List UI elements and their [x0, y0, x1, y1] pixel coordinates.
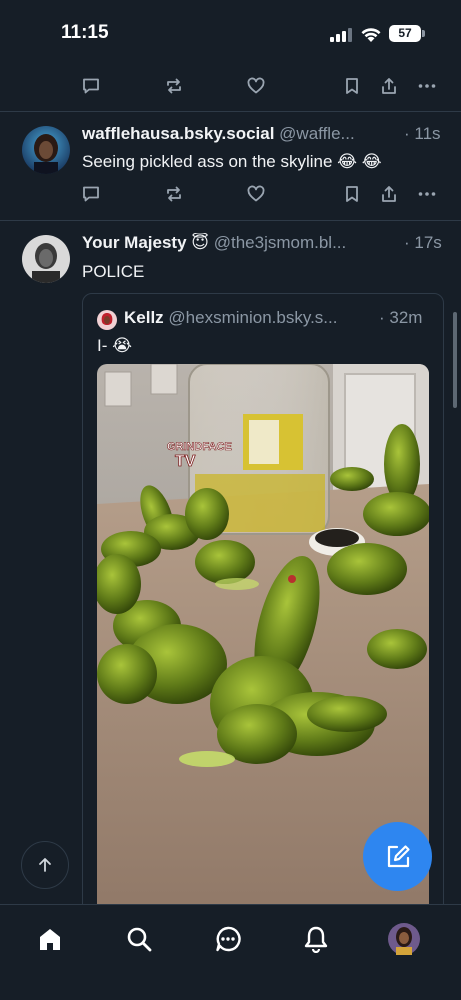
share-icon [382, 78, 396, 94]
wifi-icon [361, 28, 381, 42]
post-header: wafflehausa.bsky.social @waffle... [82, 124, 444, 148]
battery-indicator: 57 [389, 25, 421, 42]
svg-text:TV: TV [175, 453, 196, 470]
search-icon [127, 927, 152, 952]
avatar[interactable] [22, 235, 70, 283]
like-button[interactable] [241, 179, 271, 209]
reply-icon [83, 186, 99, 202]
author-name[interactable]: Your Majesty 😇 [82, 233, 209, 252]
bottom-tab-bar [0, 904, 461, 1000]
scroll-to-top-button[interactable] [21, 841, 69, 889]
heart-icon [247, 77, 265, 94]
bookmark-icon [346, 78, 358, 94]
reply-icon [83, 78, 99, 94]
author-handle[interactable]: @waffle... [279, 124, 355, 143]
tab-chat[interactable] [208, 919, 248, 959]
post-divider [0, 220, 461, 221]
arrow-up-icon [39, 858, 51, 872]
battery-tip [422, 30, 425, 37]
scrollbar[interactable] [453, 312, 457, 408]
quote-timestamp: · 32m [379, 308, 423, 327]
repost-icon [167, 186, 181, 202]
status-bar: 11:15 57 [0, 0, 461, 66]
heart-icon [247, 185, 265, 202]
post-text: Seeing pickled ass on the skyline 😂 😂 [82, 152, 382, 171]
post-timestamp: · 17s [404, 233, 442, 252]
post-text: POLICE [82, 262, 145, 281]
share-button[interactable] [374, 71, 404, 101]
quote-author-name[interactable]: Kellz [124, 308, 164, 327]
home-icon [40, 929, 60, 950]
repost-button[interactable] [159, 71, 189, 101]
share-icon [382, 186, 396, 202]
tab-search[interactable] [119, 919, 159, 959]
cellular-signal-icon [330, 28, 352, 42]
bookmark-button[interactable] [337, 179, 367, 209]
share-button[interactable] [374, 179, 404, 209]
more-button[interactable] [412, 71, 442, 101]
quote-text: I- 😭 [97, 336, 132, 355]
svg-text:GRINDFACE: GRINDFACE [167, 441, 232, 453]
more-icon [418, 192, 436, 196]
post-header: Your Majesty 😇 @the3jsmom.bl... [82, 233, 444, 257]
repost-icon [167, 78, 181, 94]
bell-icon [304, 926, 328, 953]
more-button[interactable] [412, 179, 442, 209]
tab-profile[interactable] [384, 919, 424, 959]
post-actions [0, 179, 461, 209]
quote-author-handle[interactable]: @hexsminion.bsky.s... [168, 308, 337, 327]
repost-button[interactable] [159, 179, 189, 209]
author-handle[interactable]: @the3jsmom.bl... [214, 233, 347, 252]
compose-icon [387, 844, 410, 867]
bookmark-button[interactable] [337, 71, 367, 101]
bookmark-icon [346, 186, 358, 202]
tab-home[interactable] [30, 919, 70, 959]
post-actions-previous [0, 71, 461, 101]
avatar[interactable] [22, 126, 70, 174]
post-timestamp: · 11s [404, 124, 441, 143]
reply-button[interactable] [76, 179, 106, 209]
quote-avatar [97, 310, 117, 330]
compose-button[interactable] [363, 822, 432, 891]
like-button[interactable] [241, 71, 271, 101]
tab-notifications[interactable] [296, 919, 336, 959]
post-divider [0, 111, 461, 112]
author-name[interactable]: wafflehausa.bsky.social [82, 124, 274, 143]
reply-button[interactable] [76, 71, 106, 101]
status-time: 11:15 [61, 22, 109, 43]
more-icon [418, 84, 436, 88]
chat-icon [216, 926, 241, 952]
profile-avatar-icon [388, 923, 420, 955]
